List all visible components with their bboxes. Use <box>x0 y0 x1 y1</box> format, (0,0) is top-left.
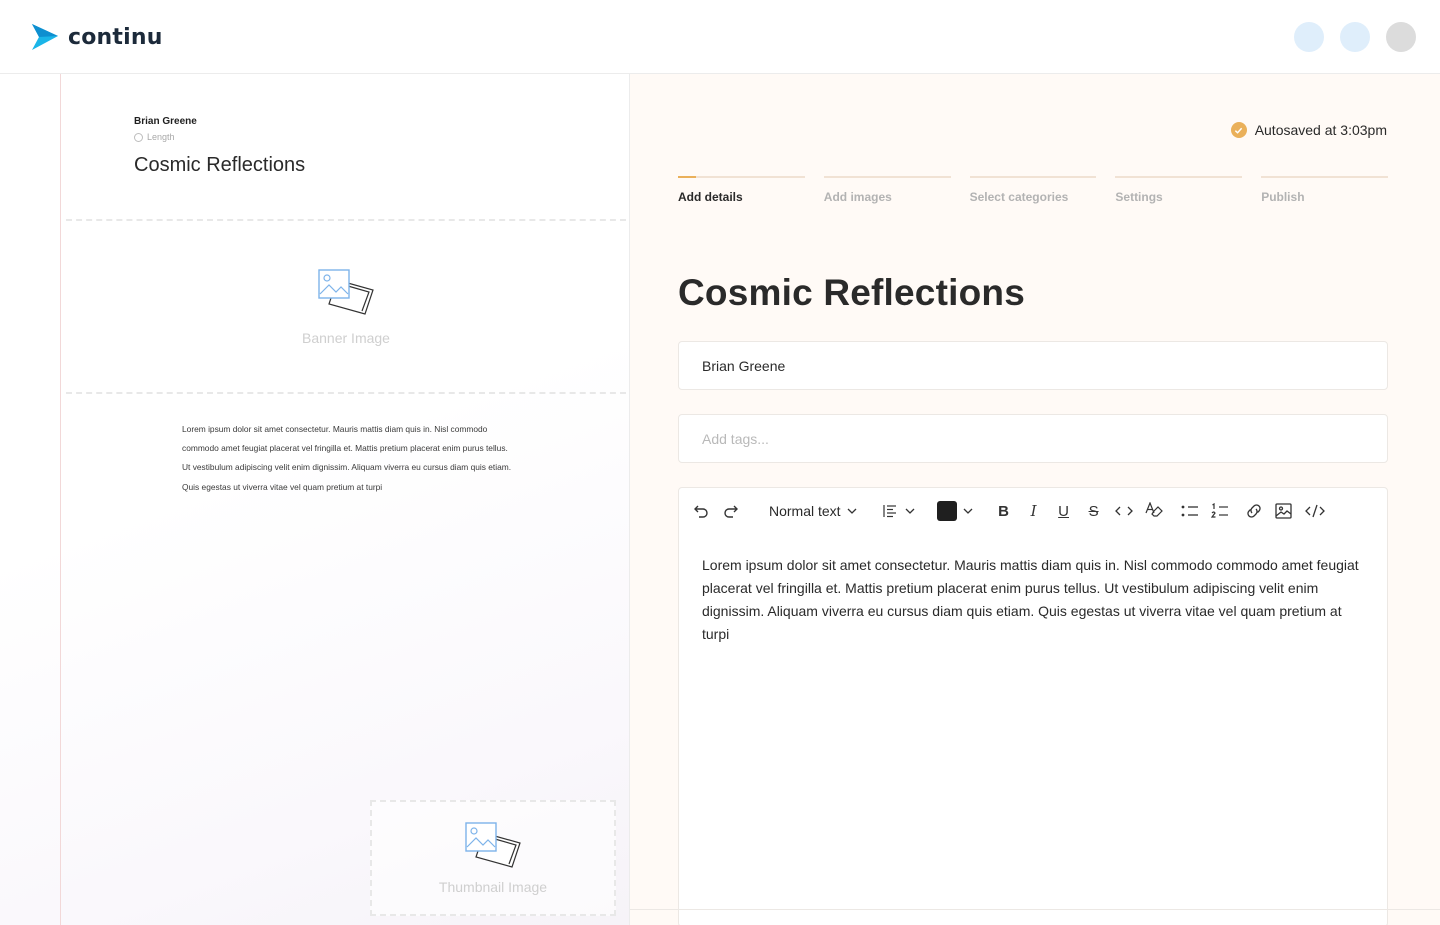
align-icon <box>882 505 896 518</box>
image-placeholder-icon <box>465 822 521 868</box>
numbered-list-icon[interactable] <box>1210 500 1230 522</box>
text-style-dropdown[interactable]: Normal text <box>769 500 857 522</box>
preview-author: Brian Greene <box>134 116 197 127</box>
step-select-categories[interactable]: Select categories <box>969 176 1097 204</box>
stepper: Add details Add images Select categories… <box>678 176 1388 204</box>
link-icon[interactable] <box>1244 500 1264 522</box>
preview-margin-line <box>60 74 61 925</box>
chevron-down-icon <box>963 508 973 514</box>
logo-text: continu <box>68 24 163 50</box>
preview-panel: Brian Greene Length Cosmic Reflections B… <box>0 74 630 925</box>
divider <box>66 219 626 221</box>
banner-image-label: Banner Image <box>302 330 390 346</box>
text-color-dropdown[interactable] <box>936 500 973 522</box>
divider <box>630 909 1440 910</box>
image-placeholder-icon <box>318 269 374 315</box>
logo[interactable]: continu <box>30 22 163 52</box>
banner-image-placeholder[interactable]: Banner Image <box>66 222 626 392</box>
bold-icon[interactable]: B <box>995 500 1013 522</box>
logo-arrow-icon <box>32 24 58 50</box>
image-icon[interactable] <box>1274 500 1294 522</box>
editor-toolbar: Normal text B I U S <box>691 500 1326 522</box>
divider <box>66 392 626 394</box>
preview-length: Length <box>134 132 175 142</box>
avatar[interactable] <box>1386 22 1416 52</box>
rich-text-editor: Normal text B I U S Lorem ipsum dolor si… <box>678 487 1388 925</box>
chevron-down-icon <box>847 508 857 514</box>
step-publish[interactable]: Publish <box>1261 176 1388 204</box>
clear-format-icon[interactable] <box>1144 500 1164 522</box>
author-field[interactable]: Brian Greene <box>678 341 1388 390</box>
step-add-details[interactable]: Add details <box>678 176 805 204</box>
avatar[interactable] <box>1294 22 1324 52</box>
color-swatch <box>936 501 957 521</box>
italic-icon[interactable]: I <box>1025 500 1043 522</box>
step-add-images[interactable]: Add images <box>823 176 951 204</box>
editor-panel: Autosaved at 3:03pm Add details Add imag… <box>630 74 1440 925</box>
thumbnail-image-placeholder[interactable]: Thumbnail Image <box>370 800 616 916</box>
chevron-down-icon <box>905 508 915 514</box>
document-title[interactable]: Cosmic Reflections <box>678 272 1025 314</box>
align-dropdown[interactable] <box>882 500 915 522</box>
check-circle-icon <box>1230 122 1247 138</box>
redo-icon[interactable] <box>721 500 741 522</box>
tags-input[interactable]: Add tags... <box>678 414 1388 463</box>
top-bar: continu <box>0 0 1440 74</box>
undo-icon[interactable] <box>691 500 711 522</box>
underline-icon[interactable]: U <box>1055 500 1073 522</box>
clock-icon <box>134 132 143 142</box>
preview-title: Cosmic Reflections <box>134 154 306 176</box>
strikethrough-icon[interactable]: S <box>1085 500 1103 522</box>
autosave-text: Autosaved at 3:03pm <box>1254 122 1387 138</box>
thumbnail-image-label: Thumbnail Image <box>438 879 548 895</box>
bullet-list-icon[interactable] <box>1180 500 1200 522</box>
preview-body-text: Lorem ipsum dolor sit amet consectetur. … <box>182 424 512 492</box>
code-icon[interactable] <box>1114 500 1134 522</box>
text-style-label: Normal text <box>769 503 841 519</box>
code-block-icon[interactable] <box>1304 500 1326 522</box>
preview-length-label: Length <box>147 132 175 142</box>
editor-body-text[interactable]: Lorem ipsum dolor sit amet consectetur. … <box>702 554 1364 646</box>
step-settings[interactable]: Settings <box>1115 176 1243 204</box>
autosave-status: Autosaved at 3:03pm <box>1230 122 1387 138</box>
avatar[interactable] <box>1340 22 1370 52</box>
